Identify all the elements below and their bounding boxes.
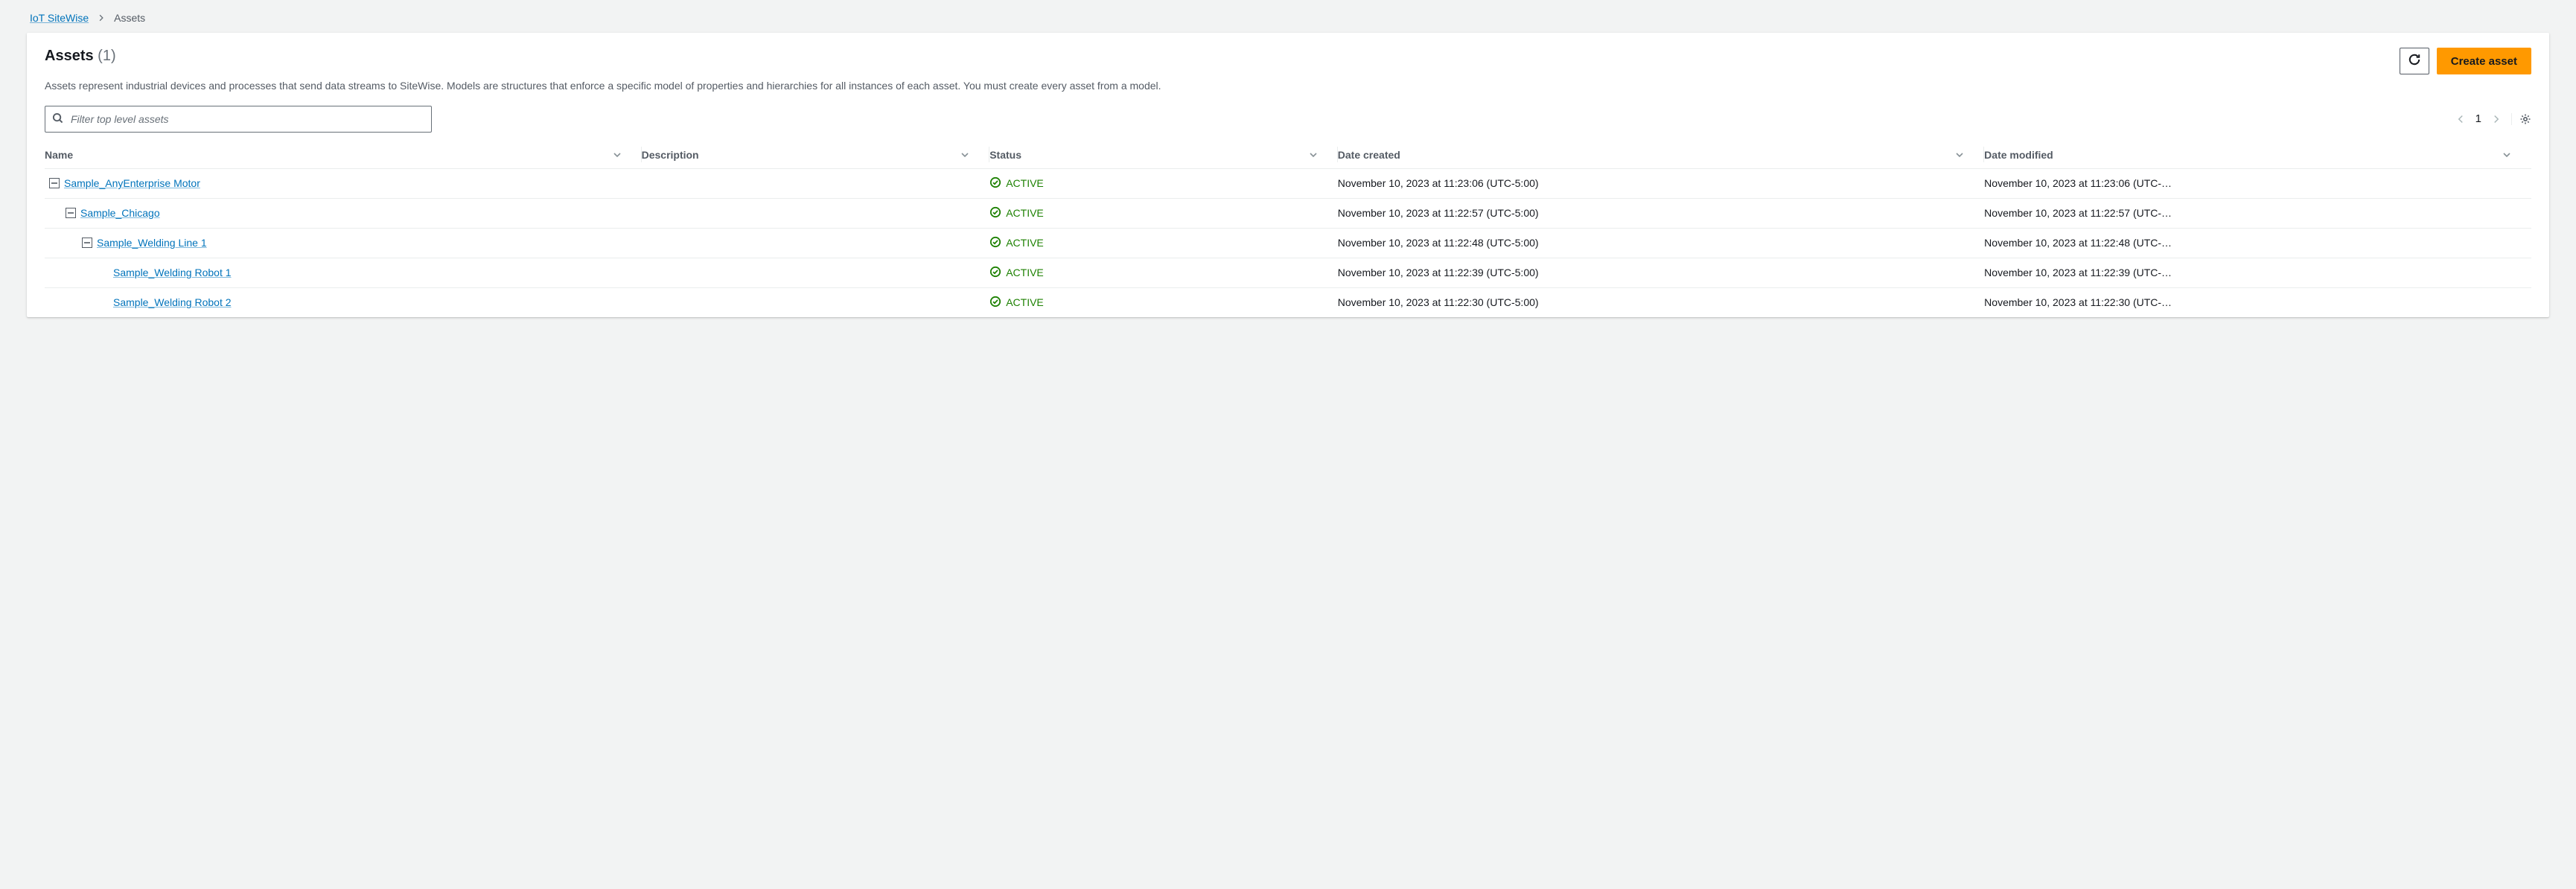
status-label: ACTIVE xyxy=(1006,237,1044,249)
cell-description xyxy=(642,168,990,198)
cell-description xyxy=(642,198,990,228)
cell-created: November 10, 2023 at 11:22:57 (UTC-5:00) xyxy=(1338,198,1984,228)
col-header-description-label: Description xyxy=(642,149,699,161)
sort-icon xyxy=(961,149,969,161)
col-header-created[interactable]: Date created xyxy=(1338,141,1984,169)
cell-modified: November 10, 2023 at 11:22:48 (UTC-… xyxy=(1984,228,2531,258)
tree-collapse-icon[interactable] xyxy=(66,208,76,218)
sort-icon xyxy=(613,149,621,161)
status-success-icon xyxy=(989,296,1001,310)
table-row: Sample_Chicago ACTIVE November 10, 2023 at… xyxy=(45,198,2531,228)
cell-description xyxy=(642,287,990,317)
asset-link[interactable]: Sample_Welding Robot 2 xyxy=(113,296,232,308)
sort-icon xyxy=(1956,149,1963,161)
cell-modified: November 10, 2023 at 11:22:39 (UTC-… xyxy=(1984,258,2531,287)
assets-panel: Assets (1) Create asset Assets represent… xyxy=(27,33,2549,317)
breadcrumb: IoT SiteWise Assets xyxy=(27,12,2549,24)
sort-icon xyxy=(1310,149,1317,161)
breadcrumb-root-link[interactable]: IoT SiteWise xyxy=(30,12,89,24)
next-page-button[interactable] xyxy=(2492,115,2501,124)
status-success-icon xyxy=(989,236,1001,250)
panel-description: Assets represent industrial devices and … xyxy=(45,79,2531,94)
status-success-icon xyxy=(989,266,1001,280)
status-success-icon xyxy=(989,176,1001,191)
col-header-modified-label: Date modified xyxy=(1984,149,2053,161)
asset-link[interactable]: Sample_Chicago xyxy=(80,207,160,219)
refresh-button[interactable] xyxy=(2400,48,2429,74)
page-title: Assets (1) xyxy=(45,48,116,65)
tree-collapse-icon[interactable] xyxy=(82,238,92,248)
table-row: Sample_AnyEnterprise Motor ACTIVE November… xyxy=(45,168,2531,198)
filter-input[interactable] xyxy=(45,106,432,133)
cell-created: November 10, 2023 at 11:23:06 (UTC-5:00) xyxy=(1338,168,1984,198)
cell-description xyxy=(642,228,990,258)
col-header-description[interactable]: Description xyxy=(642,141,990,169)
cell-description xyxy=(642,258,990,287)
assets-table: Name Description Status xyxy=(45,141,2531,317)
breadcrumb-current: Assets xyxy=(114,12,145,24)
asset-link[interactable]: Sample_AnyEnterprise Motor xyxy=(64,177,200,189)
refresh-icon xyxy=(2408,53,2421,69)
cell-created: November 10, 2023 at 11:22:39 (UTC-5:00) xyxy=(1338,258,1984,287)
tree-collapse-icon[interactable] xyxy=(49,178,60,188)
cell-modified: November 10, 2023 at 11:22:30 (UTC-… xyxy=(1984,287,2531,317)
search-icon xyxy=(52,112,63,126)
col-header-created-label: Date created xyxy=(1338,149,1400,161)
sort-icon xyxy=(2503,149,2510,161)
cell-created: November 10, 2023 at 11:22:48 (UTC-5:00) xyxy=(1338,228,1984,258)
col-header-name-label: Name xyxy=(45,149,73,161)
asset-link[interactable]: Sample_Welding Robot 1 xyxy=(113,267,232,278)
table-row: Sample_Welding Robot 1 ACTIVE November 10,… xyxy=(45,258,2531,287)
table-row: Sample_Welding Line 1 ACTIVE November 10, … xyxy=(45,228,2531,258)
col-header-name[interactable]: Name xyxy=(45,141,642,169)
cell-modified: November 10, 2023 at 11:23:06 (UTC-… xyxy=(1984,168,2531,198)
col-header-status[interactable]: Status xyxy=(989,141,1338,169)
filter-field xyxy=(45,106,432,133)
create-asset-button[interactable]: Create asset xyxy=(2437,48,2531,74)
col-header-status-label: Status xyxy=(989,149,1021,161)
table-row: Sample_Welding Robot 2 ACTIVE November 10,… xyxy=(45,287,2531,317)
settings-button[interactable] xyxy=(2511,113,2531,125)
page-title-count: (1) xyxy=(98,48,115,64)
status-label: ACTIVE xyxy=(1006,207,1044,219)
col-header-modified[interactable]: Date modified xyxy=(1984,141,2531,169)
pagination: 1 xyxy=(2456,112,2531,125)
status-label: ACTIVE xyxy=(1006,177,1044,189)
status-success-icon xyxy=(989,206,1001,220)
asset-link[interactable]: Sample_Welding Line 1 xyxy=(97,237,207,249)
chevron-right-icon xyxy=(98,12,105,24)
prev-page-button[interactable] xyxy=(2456,115,2465,124)
cell-created: November 10, 2023 at 11:22:30 (UTC-5:00) xyxy=(1338,287,1984,317)
page-number: 1 xyxy=(2475,112,2481,125)
page-title-text: Assets xyxy=(45,48,94,64)
status-label: ACTIVE xyxy=(1006,267,1044,278)
status-label: ACTIVE xyxy=(1006,296,1044,308)
cell-modified: November 10, 2023 at 11:22:57 (UTC-… xyxy=(1984,198,2531,228)
